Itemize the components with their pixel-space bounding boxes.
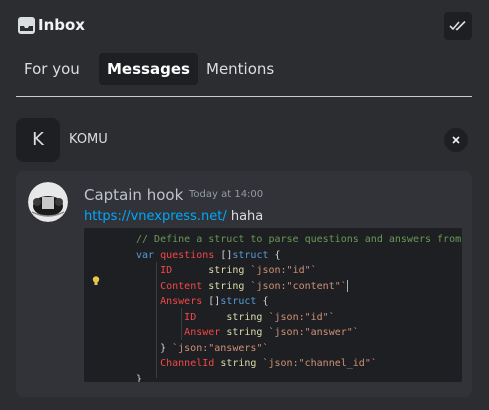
avatar[interactable]	[28, 182, 68, 222]
mark-all-read-button[interactable]	[444, 12, 472, 40]
inbox-title: Inbox	[38, 16, 85, 34]
code-token: Answers	[160, 296, 209, 307]
text-cursor	[346, 279, 348, 292]
message-content: https://vnexpress.net/ haha	[84, 209, 263, 224]
code-token: ID	[184, 311, 227, 323]
code-token: {	[274, 249, 281, 261]
code-token: Content	[160, 280, 209, 292]
channel-avatar[interactable]: K	[16, 118, 60, 162]
code-text: // Define a struct to parse questions an…	[136, 232, 462, 382]
message-timestamp: Today at 14:00	[189, 189, 264, 200]
code-token: Answer	[184, 327, 227, 338]
code-line: Answer string `json:"answer"`	[136, 325, 462, 341]
code-line: } `json:"answers"`	[136, 341, 462, 357]
code-token: struct	[220, 296, 263, 307]
channel-row[interactable]: K KOMU	[16, 118, 472, 162]
code-token: // Define a struct to parse questions an…	[136, 234, 462, 245]
code-token: string	[226, 311, 269, 323]
code-token: string	[208, 280, 251, 292]
code-token: `json:"answers"`	[172, 342, 269, 354]
double-check-icon	[449, 20, 466, 31]
code-token: `json:"answer"`	[268, 327, 359, 338]
code-line: ChannelId string `json:"channel_id"`	[136, 356, 462, 372]
code-line: }	[136, 372, 462, 383]
tab-messages[interactable]: Messages	[99, 53, 198, 85]
code-token: {	[262, 296, 269, 307]
code-token: string	[220, 358, 263, 369]
code-token: `json:"channel_id"`	[262, 358, 377, 369]
avatar-image	[28, 182, 68, 222]
code-line: Content string `json:"content"`	[136, 279, 462, 295]
tabs-divider	[16, 96, 472, 97]
code-token: ID	[160, 265, 209, 276]
close-button[interactable]	[444, 128, 468, 152]
channel-name[interactable]: KOMU	[69, 132, 108, 147]
code-token: string	[208, 265, 251, 276]
code-token: }	[136, 342, 173, 354]
code-line: ID string `json:"id"`	[136, 310, 462, 326]
close-icon	[452, 136, 460, 144]
message-link[interactable]: https://vnexpress.net/	[84, 209, 227, 224]
code-line: ID string `json:"id"`	[136, 263, 462, 279]
inbox-tray-icon	[18, 17, 35, 34]
code-line: // Define a struct to parse questions an…	[136, 232, 462, 248]
tab-for-you[interactable]: For you	[16, 53, 88, 85]
code-token: `json:"id"`	[250, 265, 317, 276]
code-token: `json:"id"`	[268, 311, 335, 323]
inbox-header: Inbox	[0, 0, 489, 50]
code-token: `json:"content"`	[250, 280, 347, 292]
code-token: string	[226, 327, 269, 338]
code-token: var	[136, 249, 161, 261]
code-line: Answers []struct {	[136, 294, 462, 310]
code-token: }	[136, 373, 143, 383]
message-text: haha	[230, 209, 264, 224]
code-token: []	[220, 249, 233, 261]
message-author[interactable]: Captain hook	[84, 186, 183, 204]
tab-mentions[interactable]: Mentions	[198, 53, 282, 85]
lightbulb-icon	[92, 276, 100, 285]
code-token: []	[208, 296, 221, 307]
code-token: struct	[232, 249, 275, 261]
message-card[interactable]: Captain hook Today at 14:00 https://vnex…	[16, 171, 472, 397]
code-block: // Define a struct to parse questions an…	[84, 228, 462, 382]
code-token: questions	[160, 249, 221, 261]
code-line: var questions []struct {	[136, 248, 462, 264]
code-token: ChannelId	[160, 358, 221, 369]
